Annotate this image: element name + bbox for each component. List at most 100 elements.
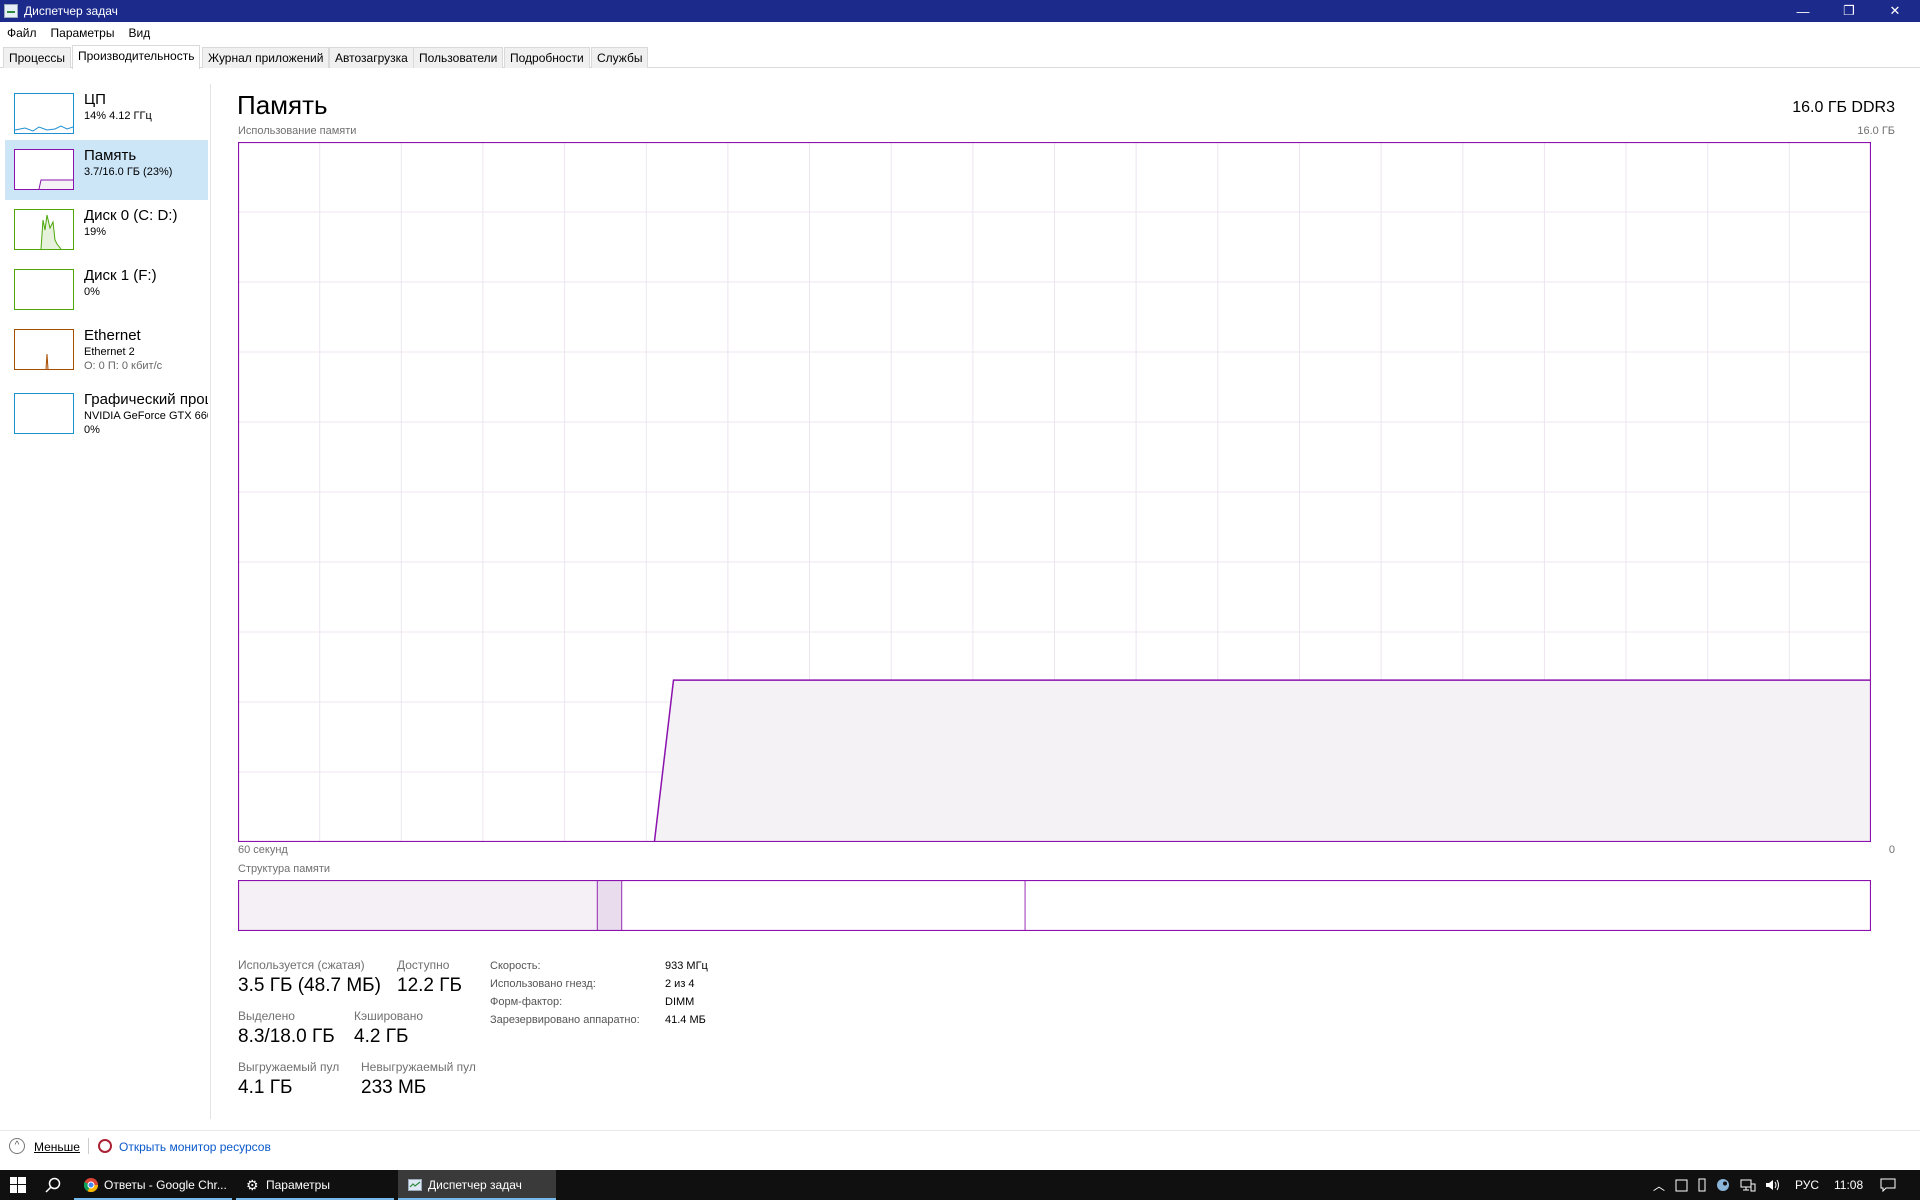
- sidebar-item-detail: 0%: [84, 286, 100, 298]
- open-resource-monitor-link[interactable]: Открыть монитор ресурсов: [119, 1140, 271, 1154]
- chart-time-end: 0: [1888, 844, 1895, 856]
- form-factor-label: Форм-фактор:: [490, 996, 563, 1008]
- close-button[interactable]: ✕: [1872, 0, 1918, 22]
- menu-bar: Файл Параметры Вид: [0, 22, 1920, 44]
- tab-app-history[interactable]: Журнал приложений: [202, 47, 330, 68]
- memory-type: 16.0 ГБ DDR3: [1792, 99, 1895, 116]
- tab-strip: Процессы Производительность Журнал прило…: [0, 45, 1920, 69]
- windows-start-icon[interactable]: [10, 1177, 26, 1193]
- sidebar-item-utilization: 0%: [84, 424, 100, 436]
- hardware-reserved-value: 41.4 МБ: [665, 1014, 706, 1026]
- speed-label: Скорость:: [490, 960, 541, 972]
- window-title: Диспетчер задач: [24, 4, 118, 18]
- nonpaged-pool-label: Невыгружаемый пул: [361, 1060, 476, 1074]
- search-icon[interactable]: [45, 1177, 61, 1193]
- sidebar-item-detail: 3.7/16.0 ГБ (23%): [84, 166, 173, 178]
- task-manager-icon: [408, 1179, 422, 1191]
- form-factor-value: DIMM: [665, 996, 695, 1008]
- sidebar-item-detail: Ethernet 2: [84, 346, 135, 358]
- sidebar-item-throughput: О: 0 П: 0 кбит/с: [84, 360, 163, 372]
- committed-value: 8.3/18.0 ГБ: [238, 1026, 335, 1047]
- structure-segment-free: [1024, 880, 1871, 931]
- footer-divider: [88, 1138, 89, 1154]
- tab-performance[interactable]: Производительность: [72, 45, 201, 69]
- ethernet-thumbnail: [14, 329, 74, 370]
- sidebar-item-label: Ethernet: [84, 327, 141, 344]
- menu-options[interactable]: Параметры: [44, 26, 122, 40]
- tab-processes[interactable]: Процессы: [3, 47, 72, 68]
- chevron-up-icon[interactable]: ^: [9, 1138, 25, 1154]
- available-label: Доступно: [397, 958, 450, 972]
- taskbar-item-chrome[interactable]: Ответы - Google Chr...: [74, 1170, 232, 1200]
- memory-thumbnail: [14, 149, 74, 190]
- taskbar-item-settings[interactable]: ⚙ Параметры: [236, 1170, 394, 1200]
- cpu-thumbnail: [14, 93, 74, 134]
- taskbar-item-label: Ответы - Google Chr...: [104, 1178, 227, 1192]
- sidebar-item-cpu[interactable]: ЦП 14% 4.12 ГГц: [5, 84, 208, 144]
- taskbar-item-label: Диспетчер задач: [428, 1178, 522, 1192]
- nonpaged-pool-value: 233 МБ: [361, 1077, 427, 1098]
- usage-chart-label: Использование памяти: [238, 125, 357, 137]
- menu-file[interactable]: Файл: [0, 26, 44, 40]
- sidebar-item-label: Диск 0 (C: D:): [84, 207, 178, 224]
- menu-view[interactable]: Вид: [121, 26, 157, 40]
- speed-value: 933 МГц: [665, 960, 708, 972]
- chrome-icon: [84, 1178, 98, 1192]
- notifications-icon[interactable]: [1880, 1170, 1896, 1200]
- cached-label: Кэшировано: [354, 1009, 424, 1023]
- hardware-reserved-label: Зарезервировано аппаратно:: [490, 1014, 640, 1026]
- structure-label: Структура памяти: [238, 863, 331, 875]
- title-bar: Диспетчер задач — ❐ ✕: [0, 0, 1920, 22]
- resource-monitor-icon: [98, 1139, 112, 1153]
- taskbar-item-task-manager[interactable]: Диспетчер задач: [398, 1170, 556, 1200]
- sidebar-item-memory[interactable]: Память 3.7/16.0 ГБ (23%): [5, 140, 208, 200]
- sidebar-item-label: ЦП: [84, 91, 106, 108]
- tab-services[interactable]: Службы: [591, 47, 649, 68]
- tab-details[interactable]: Подробности: [504, 47, 590, 68]
- taskbar-item-label: Параметры: [266, 1178, 330, 1192]
- steam-icon[interactable]: [1716, 1170, 1730, 1200]
- clock[interactable]: 11:08: [1834, 1170, 1863, 1200]
- slots-value: 2 из 4: [665, 978, 695, 990]
- sidebar-item-detail: 19%: [84, 226, 107, 238]
- sidebar-item-detail: 14% 4.12 ГГц: [84, 110, 152, 122]
- paged-pool-label: Выгружаемый пул: [238, 1060, 340, 1074]
- page-title: Память: [237, 90, 328, 120]
- fewer-details-link[interactable]: Меньше: [34, 1140, 80, 1154]
- footer: ^ Меньше Открыть монитор ресурсов: [0, 1130, 1920, 1160]
- show-hidden-icons-chevron-icon[interactable]: ︿: [1653, 1170, 1665, 1200]
- sidebar-item-disk-1[interactable]: Диск 1 (F:) 0%: [5, 260, 208, 320]
- gear-icon: ⚙: [246, 1177, 259, 1193]
- sidebar-item-gpu[interactable]: Графический процессор 0 NVIDIA GeForce G…: [5, 384, 208, 444]
- available-value: 12.2 ГБ: [397, 975, 463, 996]
- sidebar-item-label: Графический процессор 0: [84, 391, 208, 408]
- tab-startup[interactable]: Автозагрузка: [329, 47, 414, 68]
- tray-window-icon[interactable]: [1675, 1170, 1688, 1200]
- cached-value: 4.2 ГБ: [354, 1026, 409, 1047]
- gpu-thumbnail: [14, 393, 74, 434]
- usage-chart-max: 16.0 ГБ: [1857, 125, 1895, 137]
- performance-sidebar: ЦП 14% 4.12 ГГц Память 3.7/16.0 ГБ (23%)…: [0, 84, 211, 1119]
- sidebar-item-label: Память: [84, 147, 137, 164]
- committed-label: Выделено: [238, 1009, 295, 1023]
- slots-label: Использовано гнезд:: [490, 978, 596, 990]
- paged-pool-value: 4.1 ГБ: [238, 1077, 293, 1098]
- sidebar-item-disk-0[interactable]: Диск 0 (C: D:) 19%: [5, 200, 208, 260]
- sidebar-item-ethernet[interactable]: Ethernet Ethernet 2 О: 0 П: 0 кбит/с: [5, 320, 208, 380]
- structure-segment-modified: [596, 880, 623, 931]
- structure-segment-in-use: [238, 880, 598, 931]
- restore-button[interactable]: ❐: [1826, 0, 1872, 22]
- memory-structure-bar: [238, 880, 1871, 931]
- memory-usage-chart: [238, 142, 1871, 842]
- chart-time-label: 60 секунд: [238, 844, 288, 856]
- task-manager-icon: [4, 4, 18, 18]
- volume-icon[interactable]: [1765, 1170, 1781, 1200]
- in-use-value: 3.5 ГБ (48.7 МБ): [238, 975, 381, 996]
- minimize-button[interactable]: —: [1780, 0, 1826, 22]
- input-language[interactable]: РУС: [1795, 1170, 1819, 1200]
- disk-0-thumbnail: [14, 209, 74, 250]
- tab-users[interactable]: Пользователи: [413, 47, 504, 68]
- structure-segment-standby: [621, 880, 1026, 931]
- network-icon[interactable]: [1740, 1170, 1756, 1200]
- usb-device-icon[interactable]: [1697, 1170, 1707, 1200]
